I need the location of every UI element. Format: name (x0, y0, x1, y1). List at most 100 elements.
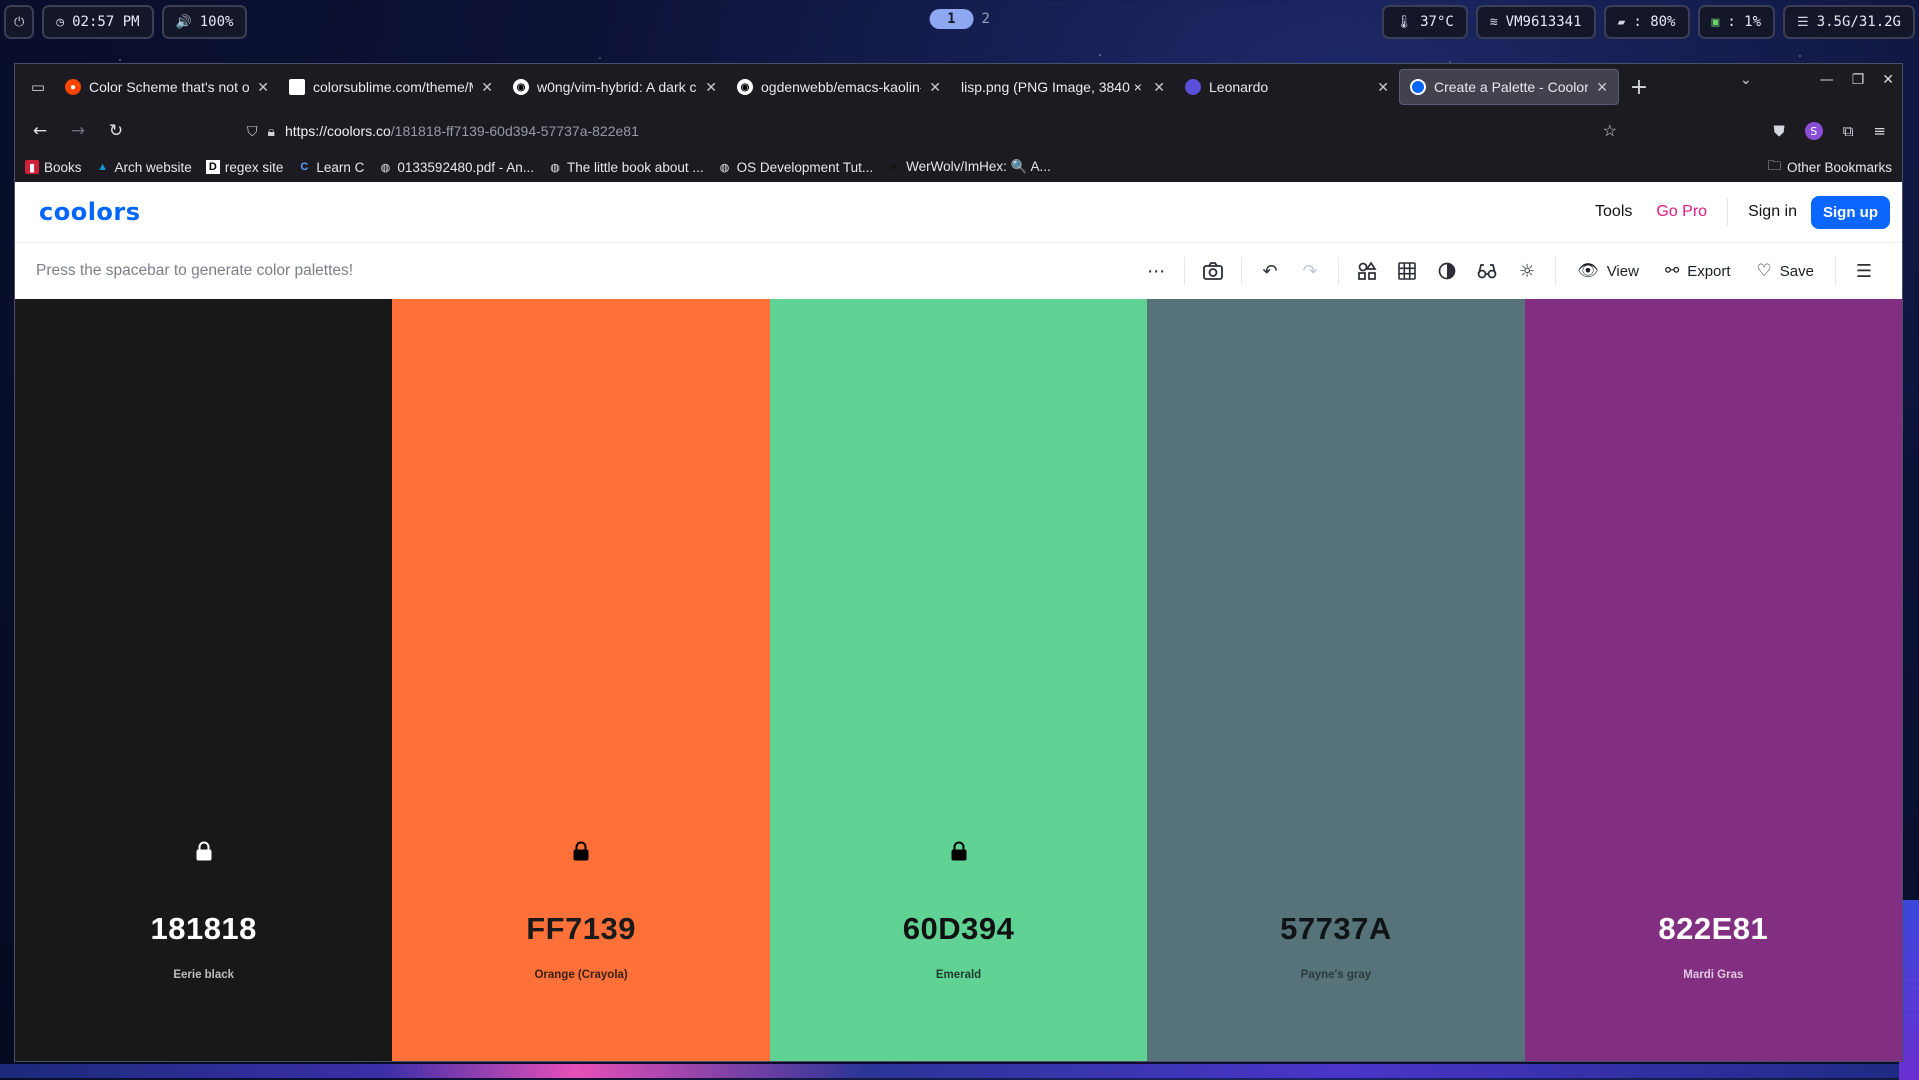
close-icon[interactable]: ✕ (1153, 79, 1165, 96)
more-options-icon[interactable]: ⋯ (1136, 251, 1176, 291)
bookmark-imhex[interactable]: ● WerWolv/ImHex: 🔍 A... (887, 159, 1051, 175)
workspace-1[interactable]: 1 (929, 9, 974, 29)
clock-widget[interactable]: ◷ 02:57 PM (42, 5, 154, 39)
view-button[interactable]: 👁︎ View (1564, 251, 1652, 291)
lock-icon[interactable] (950, 841, 968, 865)
color-name[interactable]: Orange (Crayola) (392, 969, 769, 981)
disk-widget[interactable]: ▰: 80% (1603, 5, 1690, 39)
hex-code[interactable]: 57737A (1147, 911, 1524, 947)
close-icon[interactable]: ✕ (929, 79, 941, 96)
color-swatch[interactable]: 57737A Payne's gray (1147, 299, 1525, 1061)
cpu-icon: ▣ (1711, 14, 1720, 30)
coolors-logo[interactable]: coolors (39, 198, 141, 226)
bookmark-star-icon[interactable]: ☆ (1603, 121, 1617, 141)
redo-icon[interactable]: ↷ (1290, 251, 1330, 291)
grid-icon[interactable] (1387, 251, 1427, 291)
save-button[interactable]: ♡ Save (1744, 251, 1827, 291)
bookmark-arch[interactable]: ▲ Arch website (96, 160, 192, 175)
undo-icon[interactable]: ↶ (1250, 251, 1290, 291)
shield-icon[interactable]: ⛉ (247, 123, 258, 140)
forward-button[interactable]: → (61, 115, 95, 147)
tools-link[interactable]: Tools (1595, 203, 1632, 221)
lock-icon[interactable]: 🔒︎ (268, 123, 275, 140)
sign-in-link[interactable]: Sign in (1748, 203, 1797, 221)
color-name[interactable]: Emerald (770, 969, 1147, 981)
brightness-icon[interactable]: ☼ (1507, 251, 1547, 291)
volume-widget[interactable]: 🔊 100% (161, 5, 248, 39)
memory-text: 3.5G/31.2G (1816, 14, 1901, 30)
hex-code[interactable]: 60D394 (770, 911, 1147, 947)
color-swatch[interactable]: 181818 Eerie black (15, 299, 393, 1061)
folder-icon: 🗀 (1767, 157, 1781, 173)
color-name[interactable]: Eerie black (15, 969, 392, 981)
speaker-icon: 🔊 (175, 14, 192, 30)
temperature-widget[interactable]: 🌡 37°C (1381, 5, 1468, 39)
glasses-icon[interactable] (1467, 251, 1507, 291)
hex-code[interactable]: 822E81 (1525, 911, 1902, 947)
go-pro-link[interactable]: Go Pro (1656, 203, 1707, 221)
tab-coolors[interactable]: Create a Palette - Coolors ✕ (1399, 69, 1619, 105)
tab-list-dropdown[interactable]: ⌄ (1740, 72, 1752, 88)
other-bookmarks[interactable]: 🗀 Other Bookmarks (1767, 156, 1892, 179)
new-tab-button[interactable]: + (1619, 75, 1659, 100)
bookmark-learn-c[interactable]: C Learn C (297, 160, 364, 175)
tab-vim-hybrid[interactable]: ◉ w0ng/vim-hybrid: A dark c ✕ (503, 69, 727, 105)
lock-icon[interactable] (195, 841, 213, 865)
tab-reddit[interactable]: ● Color Scheme that's not on ✕ (55, 69, 279, 105)
bookmark-pdf[interactable]: ◍ 0133592480.pdf - An... (378, 160, 534, 175)
close-icon[interactable]: ✕ (1377, 79, 1389, 96)
color-swatch[interactable]: FF7139 Orange (Crayola) (392, 299, 770, 1061)
back-button[interactable]: ← (23, 115, 57, 147)
volume-text: 100% (199, 14, 234, 30)
bookmark-books[interactable]: ▮ Books (25, 160, 82, 175)
bookmark-regex[interactable]: Dregex site (205, 160, 283, 175)
memory-widget[interactable]: ☰ 3.5G/31.2G (1783, 5, 1915, 39)
tab-lisp-png[interactable]: lisp.png (PNG Image, 3840 × 2 ✕ (951, 69, 1175, 105)
tab-colorsublime[interactable]: colorsublime.com/theme/M ✕ (279, 69, 503, 105)
network-widget[interactable]: ≋ VM9613341 (1475, 5, 1596, 39)
pocket-icon[interactable]: ⛊ (1773, 122, 1784, 140)
tab-emacs-kaolin[interactable]: ◉ ogdenwebb/emacs-kaolin- ✕ (727, 69, 951, 105)
shapes-icon[interactable] (1347, 251, 1387, 291)
hamburger-menu-icon[interactable]: ☰ (1844, 251, 1884, 291)
url-bar[interactable]: ⛉ 🔒︎ https://coolors.co/181818-ff7139-60… (237, 115, 1627, 147)
close-icon[interactable]: ✕ (481, 79, 493, 96)
tab-title: Create a Palette - Coolors (1434, 79, 1589, 95)
tab-title: ogdenwebb/emacs-kaolin- (761, 79, 922, 95)
close-icon[interactable]: ✕ (257, 79, 269, 96)
account-icon[interactable]: S (1804, 122, 1823, 140)
restore-icon[interactable]: ❐ (1852, 72, 1865, 88)
camera-icon[interactable] (1193, 251, 1233, 291)
extensions-icon[interactable]: ⧉ (1843, 122, 1854, 140)
close-icon[interactable]: ✕ (1596, 79, 1608, 96)
minimize-icon[interactable]: — (1820, 72, 1834, 88)
memory-icon: ☰ (1797, 14, 1809, 30)
color-name[interactable]: Payne's gray (1147, 969, 1524, 981)
hex-code[interactable]: FF7139 (392, 911, 769, 947)
cpu-widget[interactable]: ▣: 1% (1697, 5, 1776, 39)
export-button[interactable]: ⚯ Export (1652, 251, 1744, 291)
close-window-icon[interactable]: ✕ (1882, 72, 1894, 88)
tab-leonardo[interactable]: Leonardo ✕ (1175, 69, 1399, 105)
reload-button[interactable]: ↻ (99, 115, 133, 147)
spacebar-hint: Press the spacebar to generate color pal… (36, 262, 354, 279)
hex-code[interactable]: 181818 (15, 911, 392, 947)
menu-icon[interactable]: ≡ (1873, 122, 1886, 140)
bookmark-os-dev[interactable]: ◍ OS Development Tut... (718, 159, 874, 175)
color-name[interactable]: Mardi Gras (1525, 969, 1902, 981)
power-button[interactable]: ⏻ (4, 5, 35, 39)
close-icon[interactable]: ✕ (705, 79, 717, 96)
lock-icon[interactable] (572, 841, 590, 865)
blank-page-icon (289, 79, 305, 95)
sign-up-button[interactable]: Sign up (1811, 195, 1890, 229)
bookmark-little-book[interactable]: ◍ The little book about ... (548, 160, 703, 175)
github-icon: ◉ (513, 79, 529, 95)
bookmark-label: OS Development Tut... (736, 159, 874, 175)
firefox-view-button[interactable]: ▭ (21, 72, 55, 102)
workspace-2[interactable]: 2 (982, 11, 990, 27)
globe-icon: ◍ (550, 161, 560, 174)
url-host: https://coolors.co (284, 123, 391, 139)
color-swatch[interactable]: 822E81 Mardi Gras (1524, 299, 1902, 1061)
contrast-icon[interactable] (1427, 251, 1467, 291)
color-swatch[interactable]: 60D394 Emerald (769, 299, 1148, 1061)
